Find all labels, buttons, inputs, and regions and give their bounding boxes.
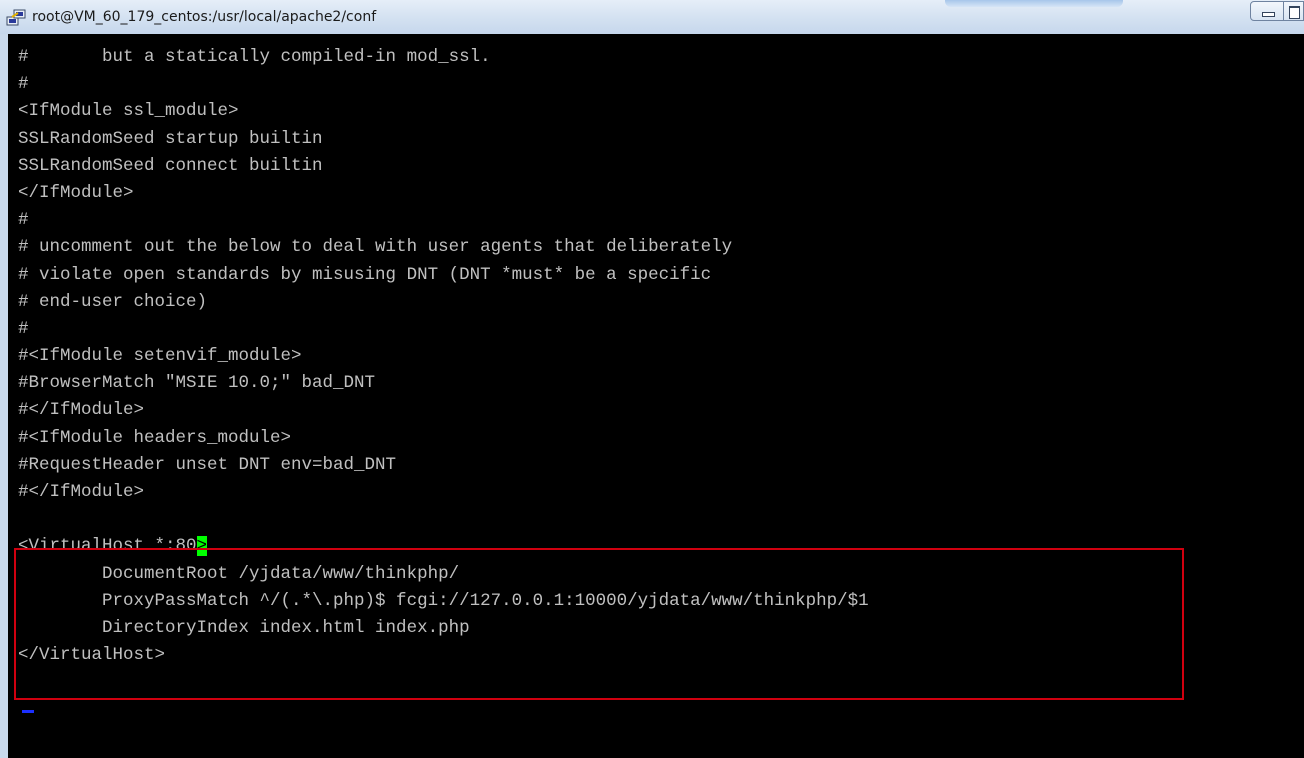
terminal-area[interactable]: # but a statically compiled-in mod_ssl. … [8, 34, 1304, 758]
terminal-line: SSLRandomSeed startup builtin [18, 128, 323, 149]
terminal-line: #BrowserMatch "MSIE 10.0;" bad_DNT [18, 373, 376, 394]
terminal-line: # [18, 74, 29, 95]
highlight-box [14, 548, 1184, 700]
terminal-line: #RequestHeader unset DNT env=bad_DNT [18, 454, 397, 475]
window-controls [1250, 1, 1304, 21]
terminal-line: # end-user choice) [18, 291, 208, 312]
terminal-line: </IfModule> [18, 182, 134, 203]
terminal-window: root@VM_60_179_centos:/usr/local/apache2… [0, 0, 1304, 758]
terminal-line: # uncomment out the below to deal with u… [18, 237, 733, 258]
terminal-line: #<IfModule setenvif_module> [18, 346, 302, 367]
terminal-line: # violate open standards by misusing DNT… [18, 264, 712, 285]
terminal-line: #</IfModule> [18, 482, 145, 502]
taskbar-accent [945, 0, 1123, 7]
window-title: root@VM_60_179_centos:/usr/local/apache2… [32, 9, 377, 25]
maximize-button[interactable] [1284, 1, 1304, 21]
terminal-line: # but a statically compiled-in mod_ssl. [18, 47, 491, 67]
terminal-line: #</IfModule> [18, 400, 145, 421]
terminal-line: # [18, 318, 29, 339]
putty-icon[interactable] [6, 9, 26, 27]
terminal-line: SSLRandomSeed connect builtin [18, 155, 323, 176]
minimize-button[interactable] [1250, 1, 1284, 21]
minimize-icon [1262, 12, 1275, 17]
title-bar[interactable]: root@VM_60_179_centos:/usr/local/apache2… [0, 0, 1304, 35]
terminal-line: # [18, 210, 29, 231]
terminal-line: #<IfModule headers_module> [18, 427, 292, 448]
maximize-icon [1289, 6, 1300, 19]
prompt-cursor [22, 710, 34, 713]
terminal-line: <IfModule ssl_module> [18, 101, 239, 122]
window-left-border [0, 34, 8, 758]
